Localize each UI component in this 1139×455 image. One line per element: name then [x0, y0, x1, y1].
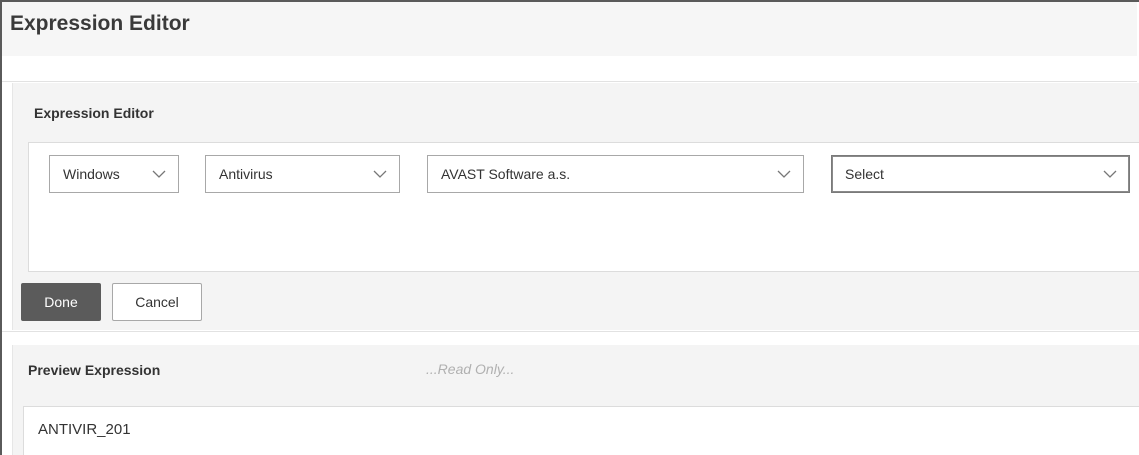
- product-dropdown[interactable]: Select: [831, 155, 1130, 193]
- expression-selector-area: Windows Antivirus AVAST Software a.s. Se…: [28, 142, 1139, 272]
- vendor-dropdown[interactable]: AVAST Software a.s.: [427, 155, 804, 193]
- category-dropdown-value: Antivirus: [219, 166, 273, 182]
- chevron-down-icon: [152, 170, 166, 178]
- preview-expression-value: ANTIVIR_201: [38, 421, 131, 438]
- chevron-down-icon: [373, 170, 387, 178]
- chevron-down-icon: [1103, 170, 1117, 178]
- cancel-button[interactable]: Cancel: [112, 283, 202, 321]
- dialog-header: Expression Editor: [2, 2, 1137, 56]
- done-button[interactable]: Done: [21, 283, 101, 321]
- read-only-hint: ...Read Only...: [426, 361, 515, 377]
- expression-editor-panel: Expression Editor Windows Antivirus AVAS…: [12, 83, 1139, 330]
- product-dropdown-value: Select: [845, 166, 884, 182]
- dialog-title: Expression Editor: [10, 12, 190, 35]
- header-spacer: [2, 56, 1137, 82]
- os-dropdown-value: Windows: [63, 166, 120, 182]
- expression-editor-label: Expression Editor: [34, 105, 154, 121]
- preview-expression-field: ANTIVIR_201: [23, 406, 1139, 455]
- os-dropdown[interactable]: Windows: [49, 155, 179, 193]
- chevron-down-icon: [777, 170, 791, 178]
- category-dropdown[interactable]: Antivirus: [205, 155, 400, 193]
- preview-expression-panel: Preview Expression ...Read Only... ANTIV…: [12, 345, 1139, 455]
- section-divider: [2, 331, 1139, 345]
- vendor-dropdown-value: AVAST Software a.s.: [441, 166, 571, 182]
- preview-expression-label: Preview Expression: [28, 362, 161, 378]
